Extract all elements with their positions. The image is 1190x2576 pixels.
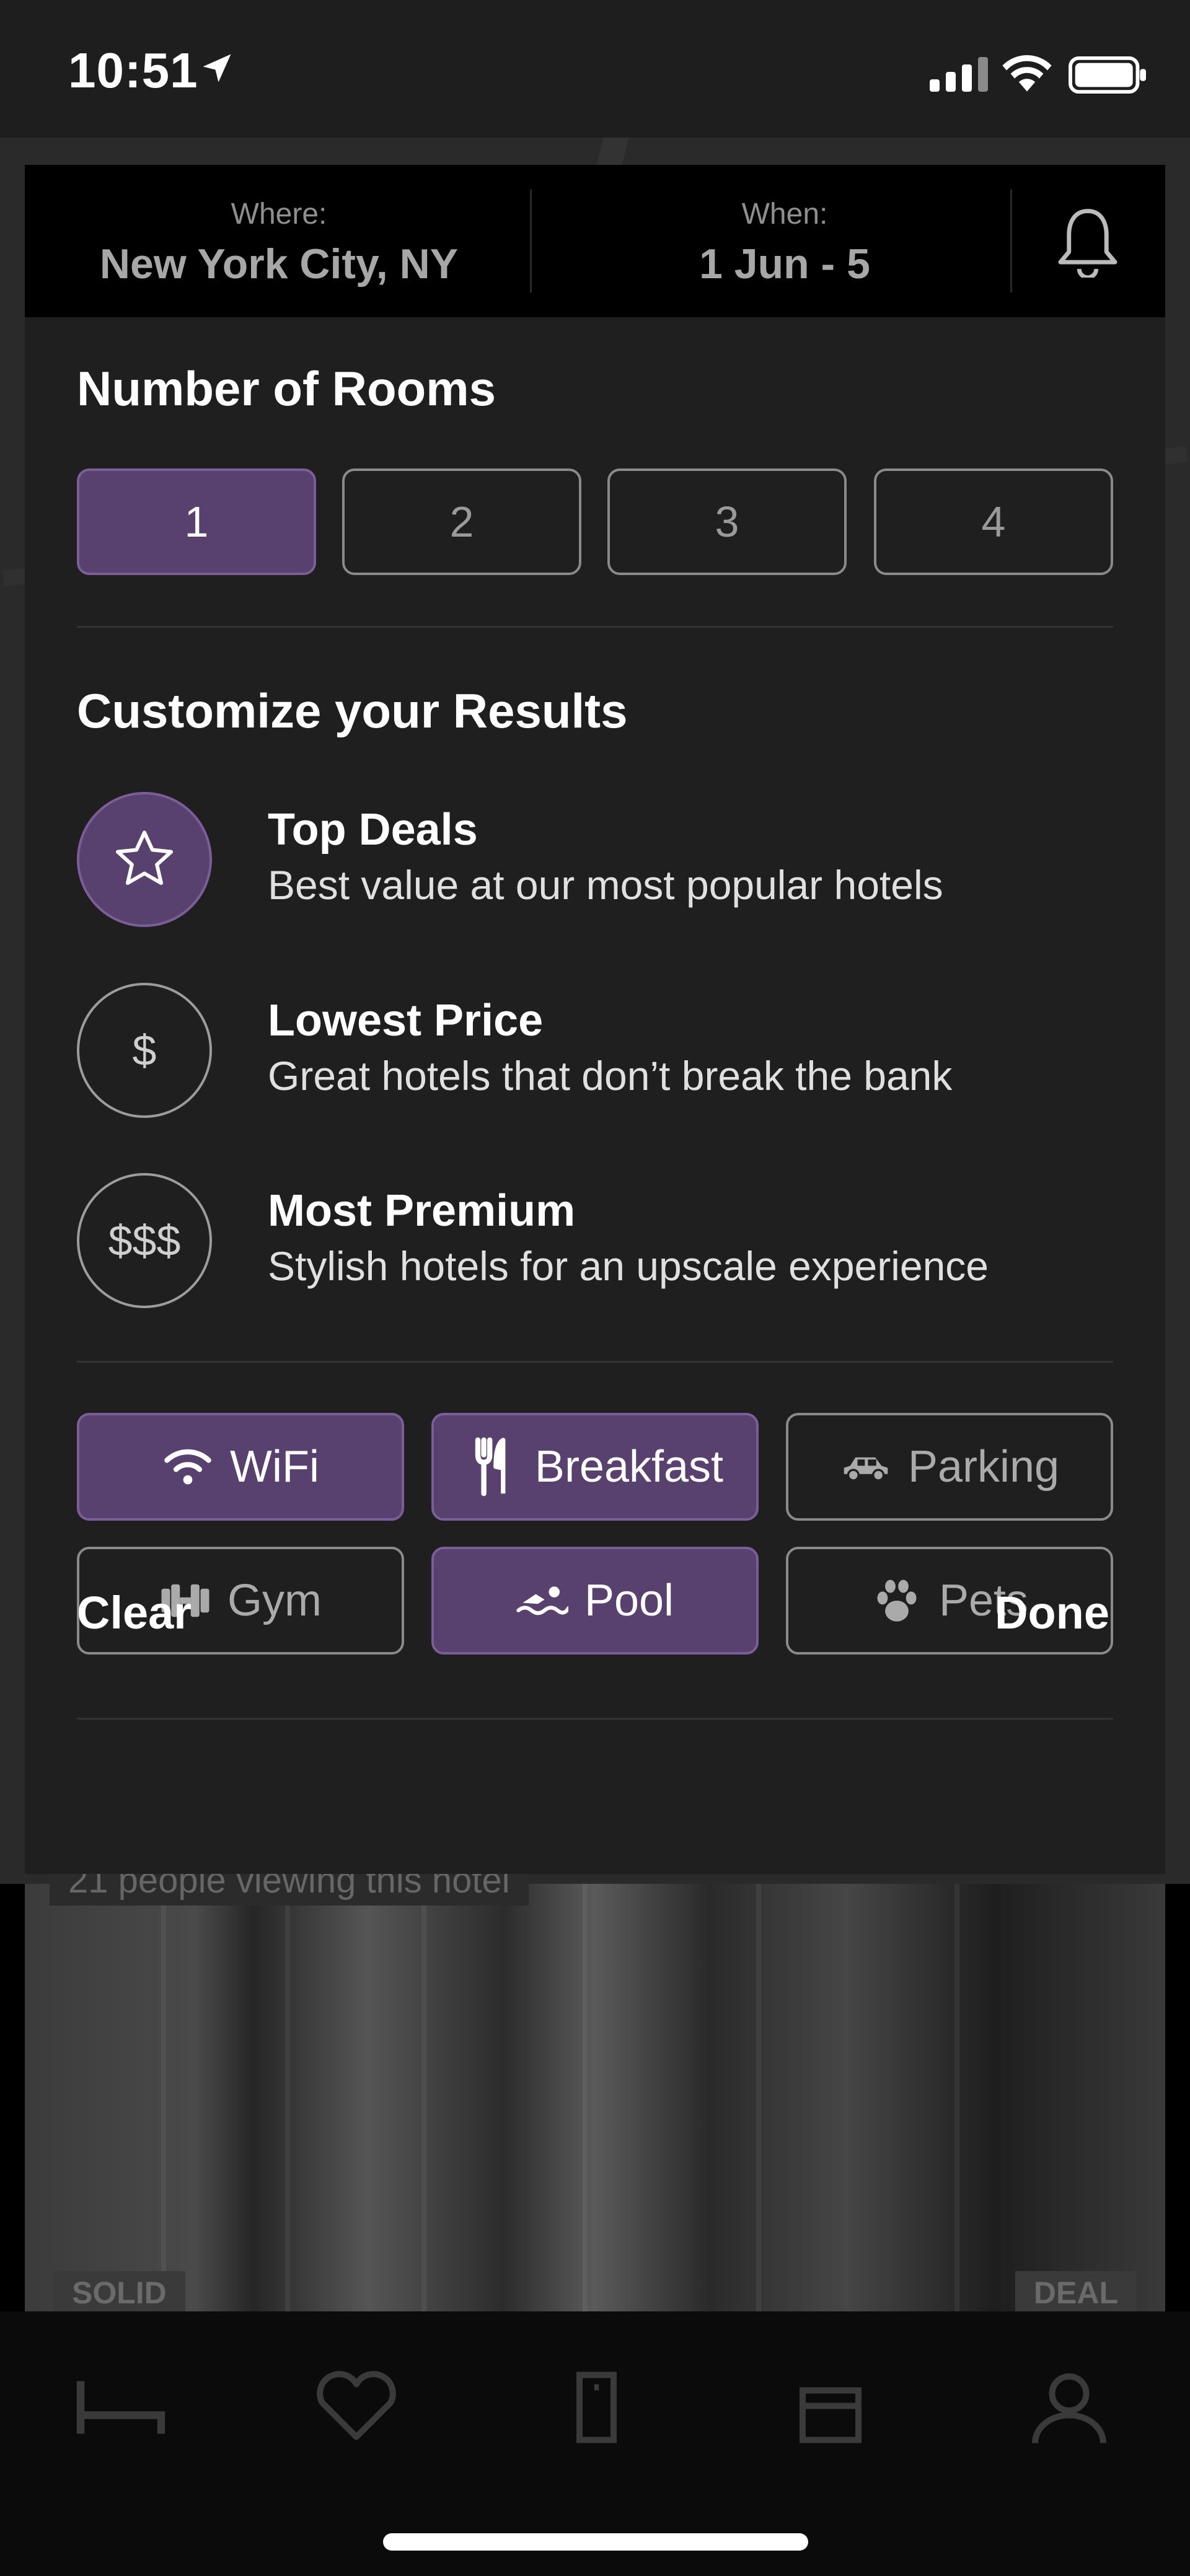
battery-icon	[1069, 56, 1146, 94]
hotel-tag-solid: SOLID	[53, 2271, 185, 2314]
option-description: Stylish hotels for an upscale experience	[268, 1243, 989, 1289]
triple-dollar-icon: $$$	[77, 1173, 212, 1308]
hotel-photo	[25, 1884, 1165, 2311]
option-lowest-price[interactable]: $ Lowest Price Great hotels that don’t b…	[77, 983, 1130, 1119]
option-title: Lowest Price	[268, 996, 544, 1045]
option-description: Best value at our most popular hotels	[268, 862, 943, 908]
home-indicator[interactable]	[383, 2533, 808, 2551]
wifi-icon	[162, 1441, 214, 1493]
amenity-pool[interactable]: Pool	[431, 1547, 759, 1655]
header-divider	[1010, 190, 1012, 292]
status-time: 10:51	[68, 43, 198, 98]
status-bar: 10:51	[0, 0, 1190, 138]
section-divider	[77, 1361, 1113, 1363]
wifi-status-icon	[1002, 55, 1052, 92]
when-value: 1 Jun - 5	[699, 240, 870, 288]
room-option-4[interactable]: 4	[874, 468, 1113, 575]
header-divider	[530, 190, 532, 292]
hotel-tag-deal: DEAL	[1015, 2271, 1137, 2314]
option-top-deals[interactable]: Top Deals Best value at our most popular…	[77, 792, 1130, 928]
swimmer-icon	[516, 1575, 568, 1627]
heart-icon[interactable]	[310, 2367, 403, 2448]
fork-knife-icon	[467, 1437, 519, 1497]
done-button[interactable]: Done	[995, 1586, 1109, 1639]
dollar-icon: $	[77, 983, 212, 1118]
room-option-3[interactable]: 3	[607, 468, 847, 575]
where-value: New York City, NY	[99, 240, 459, 288]
amenity-parking[interactable]: Parking	[786, 1413, 1113, 1521]
where-label: Where:	[231, 198, 327, 231]
rooms-section-title: Number of Rooms	[77, 361, 496, 416]
star-icon	[77, 792, 212, 927]
customize-section-title: Customize your Results	[77, 684, 628, 738]
amenity-wifi[interactable]: WiFi	[77, 1413, 404, 1521]
option-most-premium[interactable]: $$$ Most Premium Stylish hotels for an u…	[77, 1173, 1130, 1309]
room-option-1[interactable]: 1	[77, 468, 316, 575]
amenity-label: WiFi	[230, 1442, 319, 1492]
location-arrow-icon	[203, 54, 231, 82]
amenity-label: Parking	[907, 1442, 1060, 1492]
user-icon[interactable]	[1023, 2367, 1116, 2448]
option-title: Most Premium	[268, 1186, 576, 1236]
where-field[interactable]: Where: New York City, NY	[25, 165, 533, 317]
room-option-2[interactable]: 2	[342, 468, 581, 575]
bed-icon[interactable]	[74, 2367, 167, 2448]
option-description: Great hotels that don’t break the bank	[268, 1053, 953, 1099]
gift-icon[interactable]	[784, 2367, 877, 2448]
car-icon	[840, 1441, 892, 1493]
amenity-label: Breakfast	[534, 1442, 724, 1492]
amenity-breakfast[interactable]: Breakfast	[431, 1413, 759, 1521]
amenity-label: Gym	[227, 1576, 322, 1625]
section-divider	[77, 1718, 1113, 1720]
bell-icon[interactable]	[1054, 206, 1122, 278]
clear-button[interactable]: Clear	[77, 1586, 192, 1639]
section-divider	[77, 626, 1113, 628]
cellular-signal-icon	[930, 57, 988, 92]
option-title: Top Deals	[268, 805, 478, 855]
when-field[interactable]: When: 1 Jun - 5	[533, 165, 1036, 317]
door-icon[interactable]	[549, 2367, 641, 2448]
paw-icon	[871, 1575, 923, 1627]
search-header: Where: New York City, NY When: 1 Jun - 5	[25, 165, 1165, 317]
filter-modal: Where: New York City, NY When: 1 Jun - 5…	[25, 165, 1165, 1874]
amenity-label: Pool	[584, 1576, 674, 1625]
when-label: When:	[741, 198, 828, 231]
